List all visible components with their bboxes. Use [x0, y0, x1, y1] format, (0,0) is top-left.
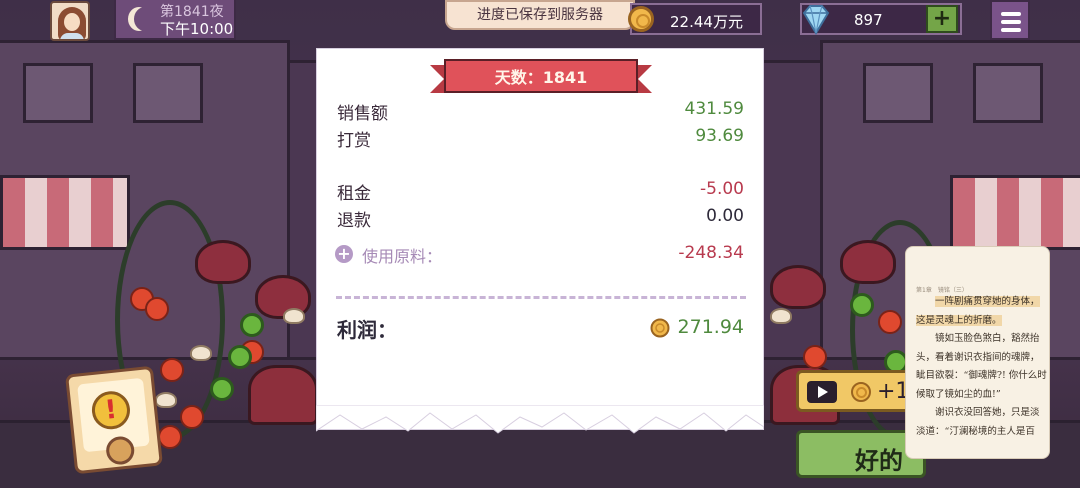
- day-counter: 天数：1841: [494, 68, 588, 87]
- reader-overlay[interactable]: 第1章 镜铭（三） 一阵剧痛贯穿她的身体，这是灵魂上的折磨。 镜如玉脸色煞白，豁…: [905, 246, 1050, 459]
- profit-label: 利润：: [337, 318, 397, 342]
- building-window: [973, 63, 1043, 123]
- profit-value: 271.94: [677, 316, 744, 338]
- rent-value: -5.00: [700, 179, 744, 199]
- diamond-icon: [802, 5, 830, 35]
- refund-value: 0.00: [706, 206, 744, 226]
- add-gems-button[interactable]: +: [926, 5, 958, 33]
- avatar-face: [64, 13, 80, 31]
- sales-value: 431.59: [684, 99, 744, 119]
- moon-icon: [134, 7, 156, 31]
- tips-value: 93.69: [695, 126, 744, 146]
- materials-value: -248.34: [678, 243, 744, 263]
- rose-decoration: [840, 240, 896, 284]
- menu-icon-bar: [1001, 12, 1021, 16]
- watch-video-reward-button[interactable]: +10: [796, 370, 923, 412]
- money-counter: 22.44万元: [628, 3, 762, 35]
- ok-button-label: 好的: [855, 447, 903, 475]
- sales-label: 销售额: [337, 104, 388, 124]
- tomato-slice: [145, 297, 169, 321]
- save-toast: 进度已保存到服务器: [445, 0, 635, 30]
- tomato-slice: [180, 405, 204, 429]
- shop-awning: [950, 175, 1080, 250]
- avatar-body: [60, 33, 84, 39]
- reader-paragraph: 镜如玉脸色煞白，豁然抬头，看着谢识衣指间的魂牌，眦目欲裂：“御魂牌?! 你什么时…: [916, 333, 1047, 400]
- pepper-slice: [240, 313, 264, 337]
- coin-icon: [851, 382, 871, 402]
- gem-counter: 897 +: [800, 3, 962, 35]
- tomato-slice: [160, 358, 184, 382]
- notice-card[interactable]: !: [65, 365, 163, 475]
- coin-icon: [628, 6, 654, 32]
- rose-decoration: [195, 240, 251, 284]
- menu-button[interactable]: [990, 0, 1030, 40]
- refund-label: 退款: [337, 211, 371, 231]
- menu-icon-bar: [1001, 20, 1021, 24]
- tomato-slice: [158, 425, 182, 449]
- gem-amount: 897: [854, 11, 883, 29]
- day-ribbon: 天数：1841: [430, 57, 652, 95]
- tips-label: 打赏: [337, 131, 371, 151]
- expand-materials-icon[interactable]: +: [335, 245, 353, 263]
- rose-decoration: [770, 265, 826, 309]
- shop-awning: [0, 175, 130, 250]
- game-time: 下午10:00: [160, 20, 234, 38]
- pepper-slice: [210, 377, 234, 401]
- building-window: [23, 63, 93, 123]
- video-icon: [807, 381, 837, 403]
- building-window: [863, 63, 933, 123]
- garlic-clove: [190, 345, 212, 361]
- pepper-slice: [850, 293, 874, 317]
- restaurant-table: [248, 365, 318, 425]
- coin-icon: [650, 318, 670, 338]
- garlic-clove: [155, 392, 177, 408]
- tomato-slice: [803, 345, 827, 369]
- materials-label[interactable]: 使用原料：: [362, 243, 442, 267]
- building-window: [133, 63, 203, 123]
- player-avatar[interactable]: [50, 1, 90, 41]
- menu-icon-bar: [1001, 28, 1021, 32]
- tomato-slice: [878, 310, 902, 334]
- rent-label: 租金: [337, 184, 371, 204]
- reader-text[interactable]: 一阵剧痛贯穿她的身体，这是灵魂上的折磨。 镜如玉脸色煞白，豁然抬头，看着谢识衣指…: [916, 293, 1048, 441]
- receipt-divider: [336, 296, 746, 299]
- garlic-clove: [283, 308, 305, 324]
- reader-paragraph: 谢识衣没回答她，只是淡淡道：“汀澜秘境的主人是百: [916, 407, 1040, 437]
- pepper-slice: [228, 345, 252, 369]
- reader-paragraph: 一阵剧痛贯穿她的身体，这是灵魂上的折磨。: [916, 296, 1040, 326]
- money-amount: 22.44万元: [670, 13, 743, 31]
- garlic-clove: [770, 308, 792, 324]
- night-clock: 第1841夜 下午10:00: [114, 0, 236, 40]
- receipt-torn-edge: [316, 405, 764, 434]
